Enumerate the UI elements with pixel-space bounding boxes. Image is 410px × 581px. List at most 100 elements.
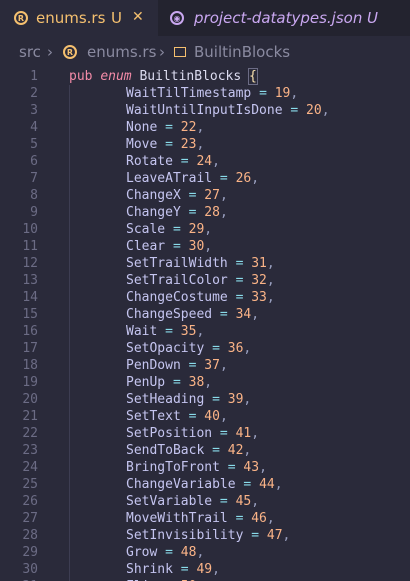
code-line: 14 ChangeCostume = 33, (0, 289, 410, 306)
keyword: enum (100, 69, 132, 84)
line-number: 1 (30, 69, 38, 84)
variant-name: PenDown (126, 358, 181, 373)
line-number: 12 (22, 256, 38, 271)
code-text: SetTrailColor = 32, (126, 272, 275, 289)
line-number: 9 (30, 205, 38, 220)
operator: = (165, 545, 173, 560)
line-number: 11 (22, 239, 38, 254)
code-line: 27 MoveWithTrail = 46, (0, 510, 410, 527)
code-text: Wait = 35, (126, 323, 204, 340)
operator: = (251, 528, 260, 543)
line-number: 2 (30, 86, 38, 101)
code-line: 16 Wait = 35, (0, 323, 410, 340)
variant-name: ChangeCostume (126, 290, 228, 305)
code-text: ChangeY = 28, (126, 204, 228, 221)
variant-name: Grow (126, 545, 158, 560)
code-line: 20 SetHeading = 39, (0, 391, 410, 408)
number-value: 31 (251, 256, 267, 271)
code-line: 15 ChangeSpeed = 34, (0, 306, 410, 323)
operator: = (172, 222, 181, 237)
punctuation: , (266, 511, 275, 526)
line-number: 17 (22, 341, 38, 356)
code-line: 10 Scale = 29, (0, 221, 410, 238)
line-number: 7 (30, 171, 38, 186)
line-number: 4 (30, 120, 38, 135)
rust-icon: R (63, 45, 77, 59)
punctuation: , (219, 205, 228, 220)
tab-project-datatypes-json[interactable]: ◉ project-datatypes.json U (158, 0, 410, 36)
punctuation: , (259, 460, 267, 475)
line-number: 26 (22, 494, 38, 509)
code-text: Clear = 30, (126, 238, 212, 255)
breadcrumb-file[interactable]: enums.rs (87, 43, 156, 61)
operator: = (235, 256, 244, 271)
number-value: 19 (274, 86, 291, 101)
punctuation: , (243, 341, 252, 356)
number-value: 28 (204, 205, 220, 220)
variant-name: LeaveATrail (126, 171, 213, 186)
code-line: 3 WaitUntilInputIsDone = 20, (0, 102, 410, 119)
variant-name: None (126, 120, 158, 135)
punctuation: , (196, 137, 205, 152)
operator: = (212, 443, 220, 458)
variant-name: MoveWithTrail (126, 511, 228, 526)
chevron-right-icon: › (159, 43, 165, 61)
breadcrumb-folder[interactable]: src (19, 43, 41, 61)
line-number: 13 (22, 273, 38, 288)
breadcrumb-symbol[interactable]: BuiltinBlocks (194, 43, 290, 61)
line-number: 8 (30, 188, 38, 203)
chevron-right-icon: › (47, 43, 53, 61)
tab-enums-rs[interactable]: R enums.rs U ✕ (0, 0, 158, 37)
number-value: 36 (227, 341, 244, 356)
code-editor[interactable]: 1 pub enum BuiltinBlocks {2 WaitTilTimesta… (0, 68, 410, 581)
code-line: 21 SetText = 40, (0, 408, 410, 425)
operator: = (219, 494, 228, 509)
code-text: Grow = 48, (126, 544, 204, 561)
close-icon[interactable]: ✕ (132, 9, 144, 25)
operator: = (219, 171, 228, 186)
variant-name: SetVariable (126, 494, 213, 509)
line-number: 16 (22, 324, 38, 339)
number-value: 37 (204, 358, 220, 373)
variant-name: ChangeVariable (126, 477, 236, 492)
punctuation: , (219, 409, 228, 424)
operator: = (235, 511, 244, 526)
punctuation: , (266, 256, 275, 271)
code-text: PenUp = 38, (126, 374, 212, 391)
line-number: 24 (22, 460, 38, 475)
number-value: 26 (235, 171, 252, 186)
brace: { (248, 68, 258, 85)
code-text: SetPosition = 41, (126, 425, 259, 442)
tab-status: U (367, 9, 378, 27)
code-text: LeaveATrail = 26, (126, 170, 259, 187)
keyword: pub (69, 69, 93, 84)
punctuation: , (274, 477, 283, 492)
code-text: SetVariable = 45, (126, 493, 259, 510)
line-number: 25 (22, 477, 38, 492)
code-line: 25 ChangeVariable = 44, (0, 476, 410, 493)
code-text: MoveWithTrail = 46, (126, 510, 275, 527)
punctuation: , (204, 375, 213, 390)
code-text: ChangeX = 27, (126, 187, 228, 204)
code-line: 26 SetVariable = 45, (0, 493, 410, 510)
number-value: 42 (227, 443, 244, 458)
variant-name: Clear (126, 239, 166, 254)
enum-symbol-icon (174, 47, 186, 57)
variant-name: Rotate (126, 154, 173, 169)
number-value: 49 (196, 562, 213, 577)
line-number: 19 (22, 375, 38, 390)
variant-name: BringToFront (126, 460, 220, 475)
number-value: 33 (251, 290, 267, 305)
operator: = (165, 120, 173, 135)
operator: = (165, 137, 173, 152)
number-value: 27 (204, 188, 220, 203)
code-text: None = 22, (126, 119, 204, 136)
line-number: 3 (30, 103, 38, 118)
code-line: 13 SetTrailColor = 32, (0, 272, 410, 289)
punctuation: , (282, 528, 291, 543)
operator: = (172, 239, 181, 254)
variant-name: PenUp (126, 375, 166, 390)
number-value: 24 (196, 154, 213, 169)
operator: = (212, 341, 220, 356)
punctuation: , (251, 426, 260, 441)
